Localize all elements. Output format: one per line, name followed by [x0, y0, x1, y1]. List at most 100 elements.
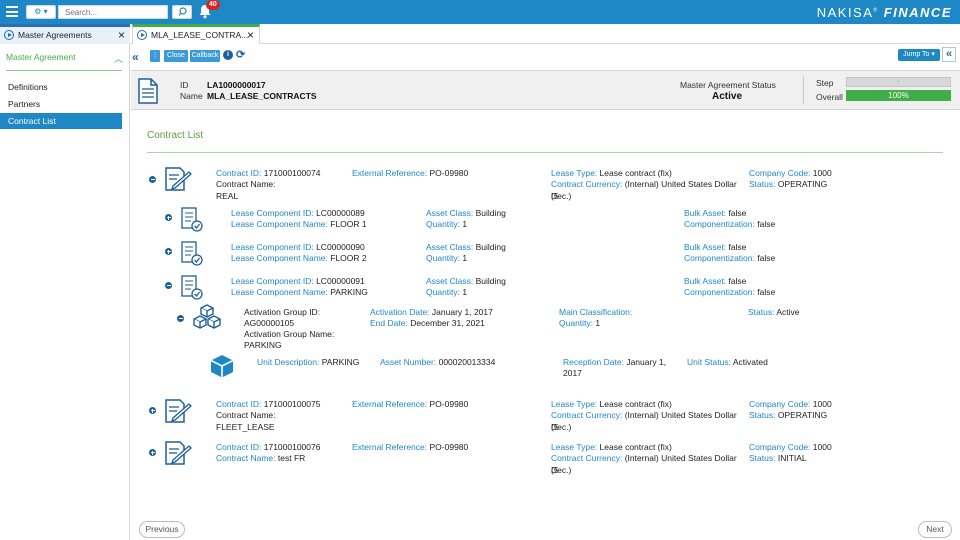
status-label: Master Agreement Status [680, 80, 776, 90]
external-reference: External Reference: PO-09980 [352, 399, 469, 409]
quantity: Quantity: 1 [426, 219, 468, 229]
tab-label: MLA_LEASE_CONTRA... [151, 30, 249, 40]
overall-progress-bar: 100% [846, 90, 951, 101]
section-divider [147, 152, 943, 153]
sidebar-divider [6, 70, 122, 71]
hamburger-menu-icon[interactable] [6, 6, 18, 17]
expand-contract-icon[interactable] [149, 449, 156, 456]
record-header [131, 70, 960, 110]
step-label: Step [816, 78, 834, 88]
contract-name: Contract Name: test FR [216, 453, 306, 463]
overall-label: Overall [816, 92, 843, 102]
contract-status: Status: OPERATING [749, 410, 828, 420]
callback-button[interactable]: Callback [190, 50, 220, 62]
activation-quantity: Quantity: 1 [559, 318, 601, 328]
company-code: Company Code: 1000 [749, 442, 832, 452]
document-icon [138, 78, 158, 106]
lease-component-name: Lease Component Name: FLOOR 2 [231, 253, 367, 263]
contract-status: Status: OPERATING [749, 179, 828, 189]
jump-to-dropdown[interactable]: Jump To ▾ [898, 49, 940, 61]
contract-currency-cont: Dec.) [551, 422, 572, 432]
lease-component-icon [180, 240, 204, 268]
lease-component-name: Lease Component Name: PARKING [231, 287, 368, 297]
lease-component-icon [180, 274, 204, 302]
lease-component-id[interactable]: Lease Component ID: LC00000091 [231, 276, 365, 288]
notification-count-badge: 40 [206, 0, 220, 10]
contract-name-label: Contract Name: [216, 410, 276, 420]
collapse-contract-icon[interactable] [149, 176, 156, 183]
contract-row[interactable]: Contract ID: 171000100076 [216, 442, 320, 454]
id-value: LA1000000017 [207, 80, 266, 90]
close-tab-icon[interactable]: × [247, 28, 254, 42]
previous-button[interactable]: Previous [139, 521, 185, 538]
activation-group-id-label: Activation Group ID: [244, 307, 321, 317]
sidebar-item-definitions[interactable]: Definitions [0, 79, 122, 95]
bulk-asset: Bulk Asset: false [684, 242, 747, 252]
collapse-component-icon[interactable] [165, 282, 172, 289]
activation-group-name-label: Activation Group Name: [244, 329, 335, 339]
expand-contract-icon[interactable] [149, 407, 156, 414]
collapse-activation-group-icon[interactable] [177, 315, 184, 322]
next-button[interactable]: Next [918, 521, 952, 538]
componentization: Componentization: false [684, 253, 776, 263]
lease-component-name: Lease Component Name: FLOOR 1 [231, 219, 367, 229]
contract-name-label: Contract Name: [216, 179, 276, 189]
play-circle-icon [137, 30, 147, 40]
contract-currency: Contract Currency: (Internal) United Sta… [551, 410, 737, 432]
step-progress-bar: - [846, 77, 951, 87]
cube-icon [209, 353, 235, 381]
lease-component-id[interactable]: Lease Component ID: LC00000090 [231, 242, 365, 254]
contract-currency: Contract Currency: (Internal) United Sta… [551, 453, 737, 475]
more-actions-icon[interactable]: ⋮ [150, 50, 160, 62]
lease-component-id[interactable]: Lease Component ID: LC00000089 [231, 208, 365, 220]
bulk-asset: Bulk Asset: false [684, 208, 747, 218]
sidebar-item-contract-list[interactable]: Contract List [0, 113, 122, 129]
contract-row[interactable]: Contract ID: 171000100075 [216, 399, 320, 411]
close-button[interactable]: Close [164, 50, 188, 62]
activation-status: Status: Active [748, 307, 800, 317]
section-title: Contract List [147, 130, 204, 141]
name-label: Name [180, 91, 203, 101]
quantity: Quantity: 1 [426, 253, 468, 263]
search-input[interactable] [58, 5, 168, 19]
name-value: MLA_LEASE_CONTRACTS [207, 91, 317, 101]
play-circle-icon [4, 30, 14, 40]
collapse-sidebar-icon[interactable]: « [132, 50, 139, 64]
bulk-asset: Bulk Asset: false [684, 276, 747, 286]
main-classification: Main Classification: [559, 307, 633, 317]
componentization: Componentization: false [684, 219, 776, 229]
contract-icon [164, 440, 192, 468]
collapse-panel-icon[interactable]: « [942, 47, 956, 62]
search-icon [178, 7, 187, 16]
contract-icon [164, 398, 192, 426]
brand-logo: NAKISA® FINANCE [816, 5, 952, 20]
close-tab-icon[interactable]: × [118, 28, 125, 42]
componentization: Componentization: false [684, 287, 776, 297]
activation-date: Activation Date: January 1, 2017 [370, 307, 493, 317]
asset-class: Asset Class: Building [426, 276, 506, 286]
company-code: Company Code: 1000 [749, 399, 832, 409]
divider [803, 76, 804, 104]
expand-component-icon[interactable] [165, 248, 172, 255]
sidebar-item-partners[interactable]: Partners [0, 96, 122, 112]
tab-label: Master Agreements [18, 30, 92, 40]
unit-description[interactable]: Unit Description: PARKING [257, 357, 359, 369]
external-reference: External Reference: PO-09980 [352, 442, 469, 452]
status-value: Active [712, 91, 743, 102]
context-dropdown-button[interactable]: ⚙ ▾ [26, 5, 56, 19]
chevron-up-icon[interactable]: ︿ [114, 52, 123, 65]
tab-master-agreements[interactable]: Master Agreements × [0, 24, 130, 44]
info-icon[interactable]: i [223, 50, 233, 60]
refresh-icon[interactable]: ⟳ [236, 48, 245, 61]
expand-component-icon[interactable] [165, 214, 172, 221]
activation-group-name: PARKING [244, 340, 282, 350]
contract-row[interactable]: Contract ID: 171000100074 [216, 168, 320, 180]
contract-currency: Contract Currency: (Internal) United Sta… [551, 179, 737, 201]
tab-mla-lease-contracts[interactable]: MLA_LEASE_CONTRA... × [132, 24, 260, 44]
sidebar-header[interactable]: Master Agreement [6, 52, 75, 62]
activation-group-id[interactable]: AG00000105 [244, 318, 294, 330]
lease-type: Lease Type: Lease contract (fix) [551, 399, 672, 409]
asset-number: Asset Number: 000020013334 [380, 357, 496, 367]
search-button[interactable] [172, 5, 192, 19]
id-label: ID [180, 80, 189, 90]
